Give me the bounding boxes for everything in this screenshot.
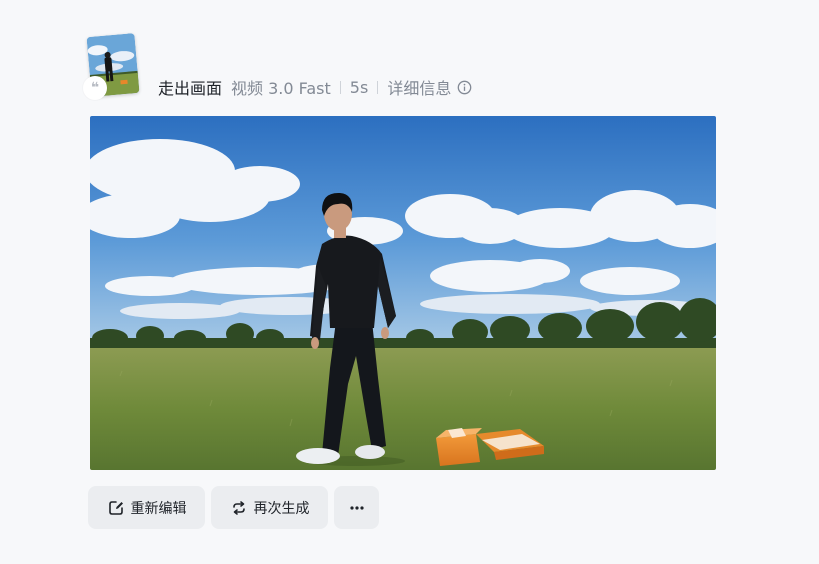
action-bar: 重新编辑 再次生成 bbox=[88, 486, 379, 529]
generation-meta: 走出画面 视频 3.0 Fast 5s 详细信息 bbox=[158, 76, 472, 98]
prompt-title: 走出画面 bbox=[158, 79, 223, 98]
edit-icon bbox=[108, 500, 123, 515]
duration-label: 5s bbox=[349, 77, 369, 97]
video-frame-image bbox=[90, 116, 716, 470]
reedit-button[interactable]: 重新编辑 bbox=[88, 486, 205, 529]
regenerate-label: 再次生成 bbox=[253, 500, 310, 517]
regenerate-button[interactable]: 再次生成 bbox=[211, 486, 328, 529]
reedit-label: 重新编辑 bbox=[130, 500, 187, 517]
model-label: 视频 3.0 Fast bbox=[231, 79, 331, 98]
divider bbox=[339, 80, 341, 94]
more-button[interactable] bbox=[334, 486, 379, 529]
details-link[interactable]: 详细信息 bbox=[387, 75, 451, 99]
generated-video[interactable] bbox=[90, 116, 716, 470]
info-icon[interactable] bbox=[457, 80, 472, 95]
quote-icon: ❝ bbox=[83, 76, 107, 100]
divider bbox=[377, 80, 379, 94]
refresh-icon bbox=[232, 500, 245, 515]
more-icon bbox=[349, 505, 364, 510]
